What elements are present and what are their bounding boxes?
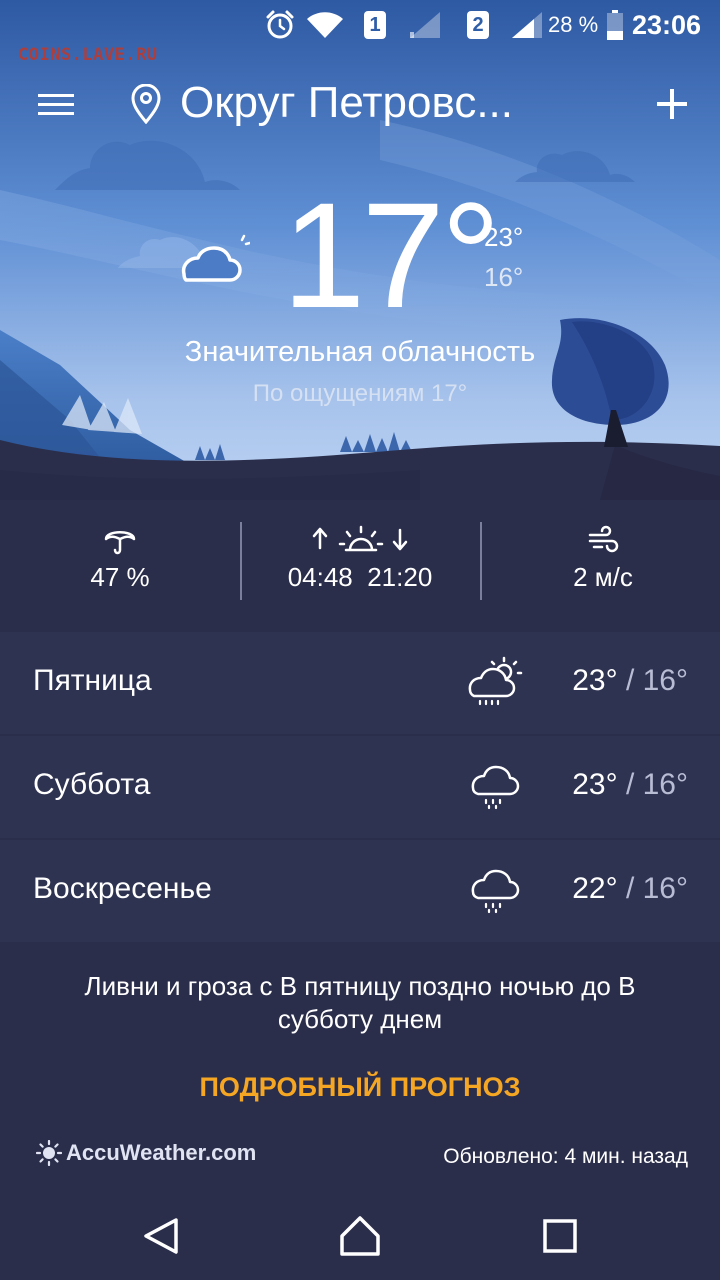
sim1-badge: 1 <box>364 8 386 42</box>
forecast-summary: Ливни и гроза с В пятницу поздно ночью д… <box>84 971 636 1034</box>
location-pin-icon <box>130 83 162 125</box>
forecast-row-friday[interactable]: Пятница 23° / 16° <box>0 632 720 734</box>
cloud-showers-icon <box>471 869 520 914</box>
battery-icon <box>606 8 624 42</box>
brand-name: AccuWeather.com <box>66 1140 257 1165</box>
updated-text: Обновлено: 4 мин. назад <box>443 1145 688 1168</box>
forecast-temps: 23° / 16° <box>572 664 688 697</box>
sim2-badge: 2 <box>467 8 489 42</box>
sim1-label: 1 <box>364 11 386 39</box>
today-low-temperature: 16° <box>484 262 524 292</box>
partly-cloudy-night-icon <box>178 230 252 284</box>
divider <box>480 522 482 600</box>
forecast-low: 16° <box>642 768 688 801</box>
sunrise-time: 04:48 <box>287 562 353 592</box>
location-title[interactable]: Округ Петровс... <box>180 78 513 128</box>
forecast-row-saturday[interactable]: Суббота 23° / 16° <box>0 736 720 838</box>
divider <box>240 522 242 600</box>
weather-screen: 1 2 28 % 23:06 COINS.LAVE.RU Округ Петро… <box>0 0 720 1280</box>
accuweather-sun-icon <box>36 1140 62 1166</box>
wind-value: 2 м/с <box>573 562 633 592</box>
signal-sim2-icon <box>510 8 544 42</box>
watermark: COINS.LAVE.RU <box>18 45 158 65</box>
battery-percent: 28 % <box>548 12 599 37</box>
wind-icon <box>588 525 619 553</box>
forecast-high: 23° <box>572 768 618 801</box>
menu-button[interactable] <box>30 84 82 128</box>
status-clock: 23:06 <box>632 9 702 40</box>
hamburger-menu-icon <box>38 94 74 115</box>
forecast-low: 16° <box>642 664 688 697</box>
today-high-temperature: 23° <box>484 222 524 252</box>
forecast-low: 16° <box>642 872 688 905</box>
sun-times: 04:48 21:20 <box>262 562 458 593</box>
recents-square-icon <box>543 1219 577 1253</box>
sun-stat: 04:48 21:20 <box>262 518 458 618</box>
back-triangle-icon <box>144 1218 178 1254</box>
cloud-showers-icon <box>471 765 520 810</box>
forecast-high: 22° <box>572 872 618 905</box>
back-button[interactable] <box>138 1212 186 1260</box>
recents-button[interactable] <box>536 1212 584 1260</box>
condition-text: Значительная облачность <box>184 336 536 368</box>
sunset-time: 21:20 <box>367 562 433 592</box>
signal-sim1-icon <box>408 8 442 42</box>
precipitation-value: 47 % <box>90 562 150 592</box>
home-icon <box>340 1216 380 1256</box>
accuweather-brand[interactable]: AccuWeather.com <box>36 1140 256 1166</box>
wifi-icon <box>306 8 344 42</box>
detailed-forecast-link[interactable]: ПОДРОБНЫЙ ПРОГНОЗ <box>0 1072 720 1103</box>
sim2-label: 2 <box>467 11 489 39</box>
add-location-button[interactable] <box>648 80 696 128</box>
forecast-day: Пятница <box>33 664 152 697</box>
plus-icon <box>657 89 687 119</box>
forecast-row-sunday[interactable]: Воскресенье 22° / 16° <box>0 840 720 942</box>
precipitation-stat: 47 % <box>40 518 200 618</box>
partly-sunny-showers-icon <box>468 656 523 706</box>
umbrella-icon <box>104 531 136 555</box>
forecast-high: 23° <box>572 664 618 697</box>
navigation-bar <box>0 1190 720 1280</box>
status-bar: 1 2 28 % 23:06 <box>0 0 720 50</box>
wind-stat: 2 м/с <box>520 518 686 618</box>
current-temperature: 17° <box>282 171 501 339</box>
forecast-day: Суббота <box>33 768 151 801</box>
feels-like-text: По ощущениям 17° <box>252 380 468 407</box>
stats-row: 47 % 04:48 21:20 2 м/с <box>0 500 720 630</box>
forecast-temps: 23° / 16° <box>572 768 688 801</box>
forecast-day: Воскресенье <box>33 872 212 905</box>
sunrise-sunset-icon <box>312 525 408 552</box>
forecast-temps: 22° / 16° <box>572 872 688 905</box>
alarm-clock-icon <box>264 8 296 42</box>
home-button[interactable] <box>336 1212 384 1260</box>
